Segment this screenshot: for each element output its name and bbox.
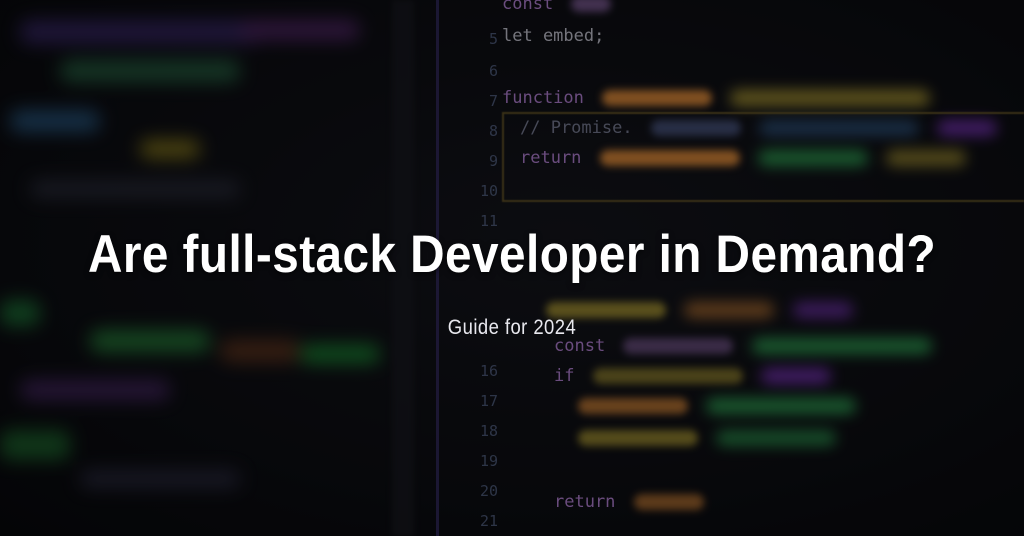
- hero-banner: 5 6 7 8 9 10 11 16 17 18 19 20 21 const …: [0, 0, 1024, 536]
- hero-title: Are full-stack Developer in Demand?: [87, 225, 937, 284]
- hero-subtitle: Guide for 2024: [447, 316, 577, 339]
